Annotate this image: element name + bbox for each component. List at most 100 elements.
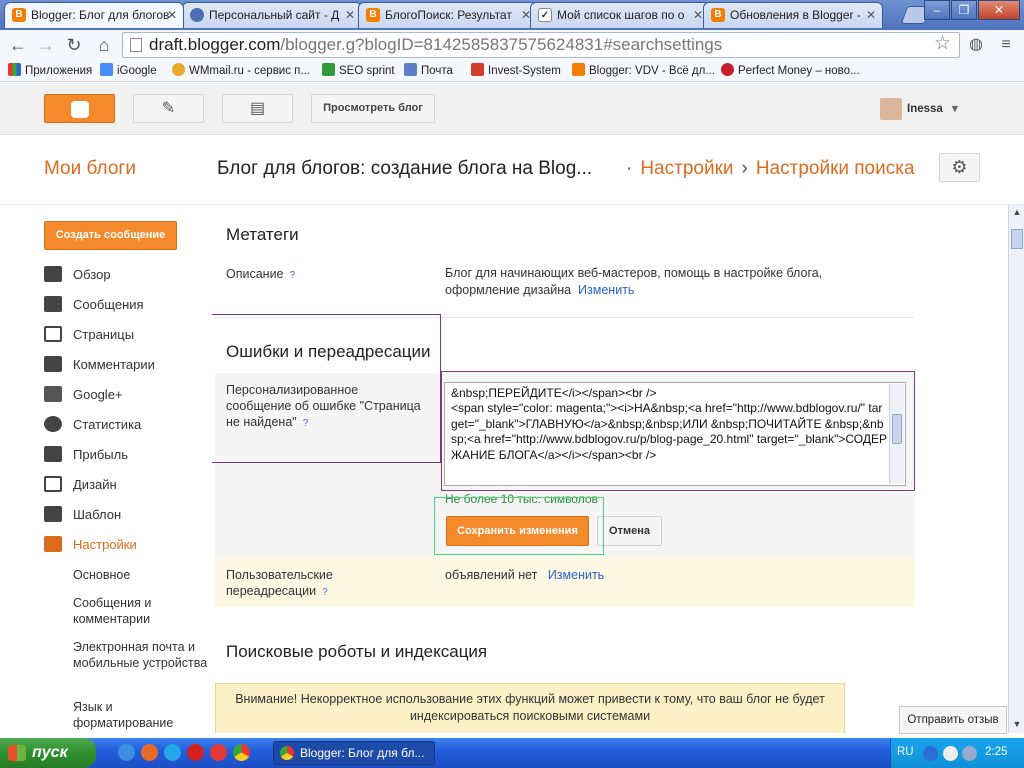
wmmail-icon [172, 63, 185, 76]
sidebar-subitem-email-mobile[interactable]: Электронная почта и мобильные устройства [73, 639, 208, 671]
close-icon[interactable]: ✕ [345, 3, 355, 27]
blogger-favicon-icon: B [711, 8, 725, 22]
tab-blogsearch[interactable]: B БлогоПоиск: Результат ✕ [358, 2, 538, 28]
title-row: Мои блоги Блог для блогов: создание блог… [0, 135, 1024, 205]
redirects-value-text: объявлений нет [445, 568, 538, 582]
close-icon[interactable]: ✕ [167, 3, 177, 27]
cancel-button[interactable]: Отмена [597, 516, 662, 546]
sidebar-item-stats[interactable]: Статистика [44, 416, 141, 432]
yandex-browser-icon[interactable] [210, 744, 227, 761]
reload-icon[interactable]: ↻ [62, 34, 86, 56]
bookmark-apps[interactable]: Приложения [8, 63, 92, 77]
bookmark-star-icon[interactable]: ☆ [934, 32, 951, 55]
language-indicator[interactable]: RU [897, 746, 914, 758]
network-icon[interactable] [962, 746, 977, 761]
bookmark-seosprint[interactable]: SEO sprint [322, 63, 395, 77]
igoogle-icon [100, 63, 113, 76]
redirects-edit-link[interactable]: Изменить [548, 568, 604, 582]
tray-arrow-icon[interactable] [923, 746, 938, 761]
maximize-button[interactable]: ❐ [951, 0, 977, 20]
bookmark-blogger-vdv[interactable]: Blogger: VDV - Всё дл... [572, 63, 715, 77]
new-post-pencil-button[interactable]: ✎ [133, 94, 204, 123]
firefox-icon[interactable] [141, 744, 158, 761]
tab-personal-site[interactable]: Персональный сайт - Д ✕ [182, 2, 362, 28]
trophy-icon [44, 446, 62, 462]
opera-icon[interactable] [187, 744, 204, 761]
forward-icon[interactable]: → [34, 34, 58, 56]
sidebar-item-google-plus[interactable]: Google+ [44, 386, 123, 402]
sidebar-subitem-basic[interactable]: Основное [73, 567, 208, 583]
skype-icon[interactable] [164, 744, 181, 761]
sidebar: Создать сообщение Обзор Сообщения Страни… [0, 205, 212, 733]
tab-blogger-updates[interactable]: B Обновления в Blogger - ✕ [703, 2, 883, 28]
sidebar-subitem-posts-comments[interactable]: Сообщения и комментарии [73, 595, 208, 627]
page-scrollbar[interactable]: ▲ ▼ [1008, 205, 1024, 733]
sidebar-item-pages[interactable]: Страницы [44, 326, 134, 342]
scrollbar-thumb[interactable] [1011, 229, 1023, 249]
help-icon[interactable]: ? [322, 587, 328, 598]
sidebar-item-earnings[interactable]: Прибыль [44, 446, 128, 462]
close-icon[interactable]: ✕ [693, 3, 703, 27]
browser-tab-bar: B Blogger: Блог для блогов ✕ Персональны… [0, 0, 1024, 30]
scroll-down-icon[interactable]: ▼ [1011, 719, 1023, 731]
posts-list-button[interactable]: ▤ [222, 94, 293, 123]
sidebar-item-label: Настройки [73, 537, 137, 552]
sidebar-subitem-language[interactable]: Язык и форматирование [73, 699, 208, 731]
tab-blogger[interactable]: B Blogger: Блог для блогов ✕ [4, 2, 184, 28]
minimize-button[interactable]: – [924, 0, 950, 20]
taskbar-item-blogger[interactable]: Blogger: Блог для бл... [273, 741, 435, 765]
sidebar-item-template[interactable]: Шаблон [44, 506, 121, 522]
wrench-icon [44, 536, 62, 552]
start-button[interactable]: пуск [0, 738, 96, 768]
sidebar-item-layout[interactable]: Дизайн [44, 476, 117, 492]
redirects-label: Пользовательские переадресации? [226, 567, 426, 601]
sidebar-item-label: Страницы [73, 327, 135, 342]
globe-icon[interactable]: ◍ [966, 35, 986, 55]
tab-steps[interactable]: ✓ Мой список шагов по о ✕ [530, 2, 710, 28]
bookmark-invest[interactable]: Invest-System [471, 63, 561, 77]
view-blog-button[interactable]: Просмотреть блог [311, 94, 435, 123]
chrome-icon[interactable] [233, 744, 250, 761]
bookmark-label: WMmail.ru - сервис п... [189, 65, 310, 77]
taskbar-item-label: Blogger: Блог для бл... [300, 746, 425, 760]
tray-chrome-icon[interactable] [943, 746, 958, 761]
gear-button[interactable]: ⚙ [939, 153, 980, 182]
warning-box: Внимание! Некорректное использование эти… [215, 683, 845, 733]
my-blogs-link[interactable]: Мои блоги [44, 158, 136, 180]
address-bar[interactable]: draft.blogger.com/blogger.g?blogID=81425… [122, 32, 960, 58]
sidebar-item-settings[interactable]: Настройки [44, 536, 137, 552]
close-icon[interactable]: ✕ [866, 3, 876, 27]
site-favicon-icon [190, 8, 204, 22]
sidebar-item-posts[interactable]: Сообщения [44, 296, 144, 312]
scroll-up-icon[interactable]: ▲ [1011, 207, 1023, 219]
google-plus-icon [44, 386, 62, 402]
sidebar-item-overview[interactable]: Обзор [44, 266, 111, 282]
bookmark-igoogle[interactable]: iGoogle [100, 63, 157, 77]
redirects-label-text: Пользовательские переадресации [226, 568, 333, 598]
sidebar-item-comments[interactable]: Комментарии [44, 356, 155, 372]
help-icon[interactable]: ? [290, 270, 296, 281]
bookmark-wmmail[interactable]: WMmail.ru - сервис п... [172, 63, 310, 77]
description-edit-link[interactable]: Изменить [578, 283, 634, 297]
bookmark-label: iGoogle [117, 65, 157, 77]
meta-tags-heading: Метатеги [226, 225, 299, 244]
bookmark-perfect-money[interactable]: Perfect Money – ново... [721, 63, 860, 77]
breadcrumb-search-settings[interactable]: Настройки поиска [756, 158, 915, 179]
sidebar-item-label: Google+ [73, 387, 123, 402]
blogger-logo-button[interactable] [44, 94, 115, 123]
description-label-text: Описание [226, 267, 284, 281]
back-icon[interactable]: ← [6, 34, 30, 56]
close-window-button[interactable]: ✕ [978, 0, 1020, 20]
redirects-value: объявлений нет Изменить [445, 567, 604, 584]
tab-title: Обновления в Blogger - [730, 8, 861, 22]
user-menu[interactable]: Inessa ▾ [880, 98, 958, 120]
bookmark-mail[interactable]: Почта [404, 63, 453, 77]
send-feedback-button[interactable]: Отправить отзыв [899, 706, 1007, 734]
breadcrumb-settings[interactable]: Настройки [640, 158, 733, 179]
bookmark-label: Invest-System [488, 65, 561, 77]
create-post-button[interactable]: Создать сообщение [44, 221, 177, 250]
ie-icon[interactable] [118, 744, 135, 761]
home-icon[interactable]: ⌂ [92, 34, 116, 56]
menu-icon[interactable]: ≡ [996, 35, 1016, 55]
sidebar-item-label: Дизайн [73, 477, 117, 492]
